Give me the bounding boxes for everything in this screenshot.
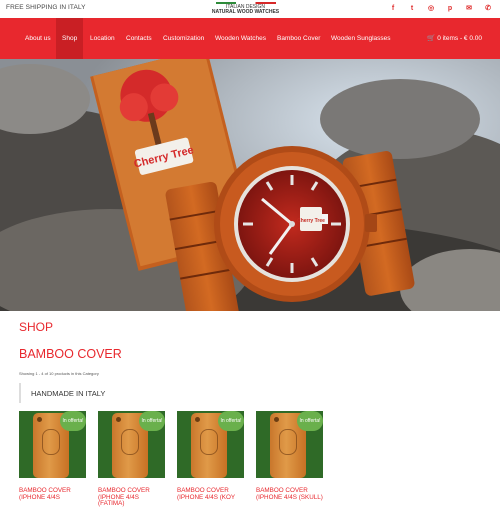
- cart-summary[interactable]: 🛒 0 items - € 0.00: [427, 18, 482, 59]
- engraving: [121, 429, 139, 455]
- product-card[interactable]: In offerta! BAMBOO COVER (IPHONE 4/4S: [19, 411, 86, 501]
- top-bar: FREE SHIPPING IN ITALY ITALIAN DESIGN NA…: [0, 0, 500, 18]
- subheading-text: HANDMADE IN ITALY: [31, 389, 106, 398]
- product-image[interactable]: In offerta!: [19, 411, 86, 478]
- hero-image: Cherry Tree Cherry Tree: [0, 59, 500, 311]
- product-card[interactable]: In offerta! BAMBOO COVER (IPHONE 4/4S (K…: [177, 411, 244, 501]
- cart-text: 0 items - € 0.00: [437, 35, 482, 42]
- product-image[interactable]: In offerta!: [256, 411, 323, 478]
- nav-item-wooden-sunglasses[interactable]: Wooden Sunglasses: [331, 18, 391, 59]
- nav-item-customization[interactable]: Customization: [163, 18, 204, 59]
- cart-icon: 🛒: [427, 35, 436, 42]
- logo-line2: NATURAL WOOD WATCHES: [211, 9, 280, 15]
- sale-badge: In offerta!: [218, 411, 244, 431]
- product-title[interactable]: BAMBOO COVER (IPHONE 4/4S (SKULL): [256, 487, 323, 501]
- engraving: [200, 429, 218, 455]
- product-title[interactable]: BAMBOO COVER (IPHONE 4/4S: [19, 487, 86, 501]
- main-nav: About us Shop Location Contacts Customiz…: [0, 18, 500, 59]
- product-title[interactable]: BAMBOO COVER (IPHONE 4/4S (FATIMA): [98, 487, 165, 508]
- sale-badge: In offerta!: [60, 411, 86, 431]
- camera-cutout: [37, 417, 42, 422]
- pinterest-icon[interactable]: p: [446, 4, 454, 13]
- camera-cutout: [116, 417, 121, 422]
- page-title: SHOP: [19, 320, 54, 334]
- nav-item-contacts[interactable]: Contacts: [126, 18, 152, 59]
- product-card[interactable]: In offerta! BAMBOO COVER (IPHONE 4/4S (F…: [98, 411, 165, 508]
- category-title: BAMBOO COVER: [19, 347, 122, 361]
- instagram-icon[interactable]: ◎: [427, 4, 435, 13]
- nav-item-wooden-watches[interactable]: Wooden Watches: [215, 18, 266, 59]
- category-subheading: HANDMADE IN ITALY: [19, 383, 105, 403]
- site-logo[interactable]: ITALIAN DESIGN NATURAL WOOD WATCHES: [208, 2, 283, 16]
- email-icon[interactable]: ✉: [465, 4, 473, 13]
- twitter-icon[interactable]: t: [408, 4, 416, 13]
- nav-item-about-us[interactable]: About us: [25, 18, 51, 59]
- product-card[interactable]: In offerta! BAMBOO COVER (IPHONE 4/4S (S…: [256, 411, 323, 501]
- camera-cutout: [274, 417, 279, 422]
- watch-dial-text: Cherry Tree: [297, 218, 325, 224]
- engraving: [42, 429, 60, 455]
- engraving: [279, 429, 297, 455]
- result-count: Showing 1 - 4 of 10 products in this Cat…: [19, 371, 99, 376]
- camera-cutout: [195, 417, 200, 422]
- nav-item-location[interactable]: Location: [90, 18, 115, 59]
- nav-item-shop[interactable]: Shop: [56, 18, 84, 59]
- sale-badge: In offerta!: [139, 411, 165, 431]
- product-title[interactable]: BAMBOO COVER (IPHONE 4/4S (KOY: [177, 487, 244, 501]
- product-image[interactable]: In offerta!: [177, 411, 244, 478]
- hero-photo: Cherry Tree Cherry Tree: [0, 59, 500, 311]
- facebook-icon[interactable]: f: [389, 4, 397, 13]
- free-shipping-text: FREE SHIPPING IN ITALY: [6, 4, 86, 11]
- sale-badge: In offerta!: [297, 411, 323, 431]
- product-image[interactable]: In offerta!: [98, 411, 165, 478]
- phone-icon[interactable]: ✆: [484, 4, 492, 13]
- nav-item-bamboo-cover[interactable]: Bamboo Cover: [277, 18, 320, 59]
- social-links: f t ◎ p ✉ ✆: [389, 4, 492, 13]
